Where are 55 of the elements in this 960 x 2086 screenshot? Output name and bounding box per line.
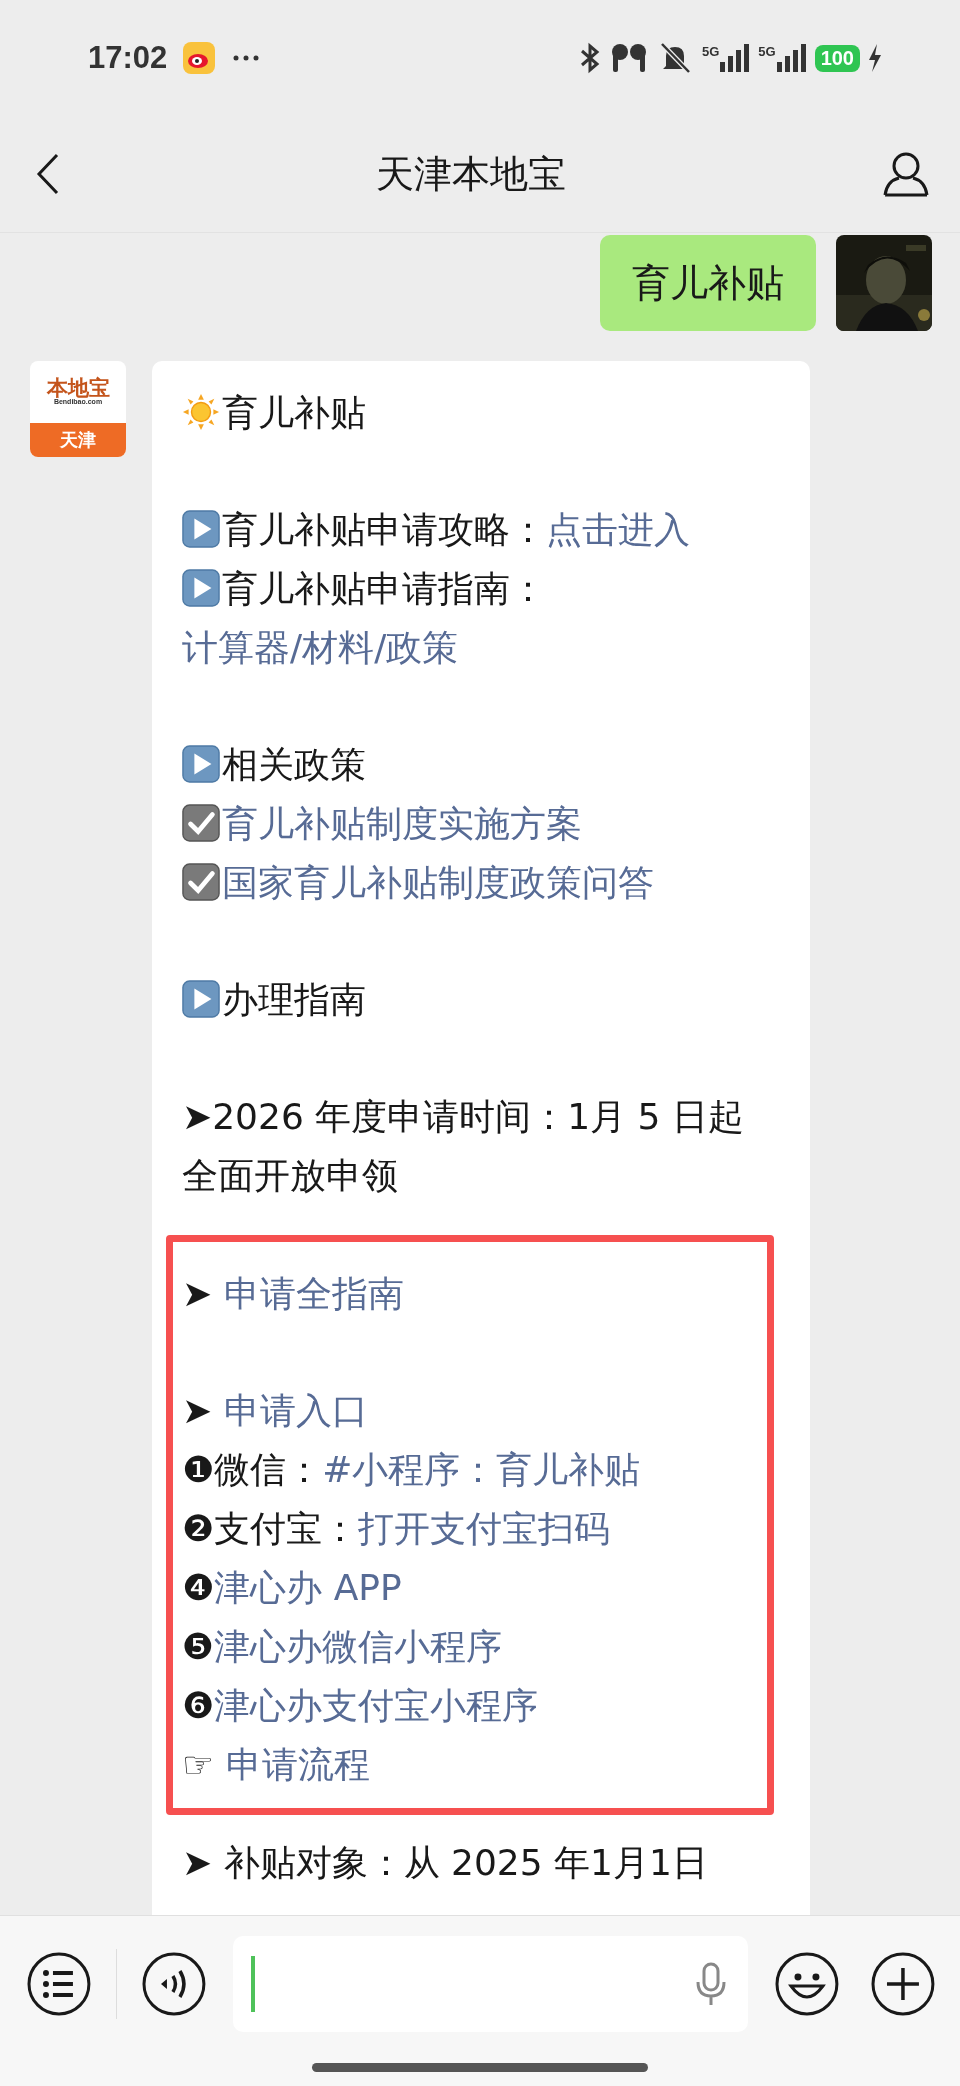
message-bubble: 育儿补贴	[600, 235, 816, 331]
logo-city: 天津	[30, 423, 126, 457]
message-text: ❶微信：	[182, 1449, 323, 1490]
profile-icon[interactable]	[882, 151, 930, 197]
play-icon	[182, 569, 220, 607]
message-text: ❷支付宝：	[182, 1508, 359, 1549]
text-link[interactable]: #小程序：育儿补贴	[322, 1449, 641, 1490]
message-text: ➤	[182, 1390, 214, 1431]
play-icon	[182, 745, 220, 783]
message-text: ➤	[182, 1273, 214, 1314]
battery-level: 100	[814, 44, 860, 72]
text-link[interactable]: 国家育儿补贴制度政策问答	[222, 862, 654, 903]
message-text: 育儿补贴	[222, 392, 366, 433]
message-text: 相关政策	[222, 744, 366, 785]
network-label: 5G	[701, 44, 720, 59]
message-text: ❹	[182, 1567, 215, 1608]
text-link[interactable]: 申请入口	[223, 1390, 368, 1431]
text-link[interactable]: 津心办 APP	[214, 1567, 402, 1608]
charging-icon	[868, 44, 882, 72]
text-link[interactable]: 申请流程	[225, 1744, 370, 1785]
message-text: ➤2026 年度申请时间：1月 5 日起全面开放申领	[182, 1096, 744, 1196]
message-text: 办理指南	[222, 979, 366, 1020]
play-icon	[182, 980, 220, 1018]
add-icon[interactable]	[870, 1951, 936, 2017]
play-icon	[182, 510, 220, 548]
clock: 17:02	[88, 40, 168, 76]
message-text: ❻	[182, 1685, 215, 1726]
checkbox-icon	[182, 863, 220, 901]
network-label: 5G	[758, 44, 776, 59]
weibo-icon	[183, 42, 216, 74]
signal-icon	[776, 44, 807, 72]
checkbox-icon	[182, 804, 220, 842]
message-text: ☞	[182, 1744, 216, 1785]
message-text: ➤ 补贴对象：从 2025 年1月1日	[182, 1842, 708, 1883]
text-link[interactable]: 点击进入	[546, 509, 690, 550]
back-icon[interactable]	[36, 153, 60, 195]
sun-icon	[182, 393, 220, 431]
earbuds-icon	[609, 43, 648, 73]
message-text: ❺	[182, 1626, 215, 1667]
text-link[interactable]: 育儿补贴制度实施方案	[222, 803, 582, 844]
voice-icon[interactable]	[140, 1951, 207, 2017]
message-text: 育儿补贴申请攻略：	[222, 509, 546, 550]
text-link[interactable]: 津心办支付宝小程序	[214, 1685, 539, 1726]
message-text: 育儿补贴申请指南：	[222, 568, 546, 609]
more-icon	[233, 55, 260, 61]
text-link[interactable]: 津心办微信小程序	[214, 1626, 503, 1667]
text-link[interactable]: 打开支付宝扫码	[358, 1508, 611, 1549]
emoji-icon[interactable]	[774, 1951, 841, 2017]
text-link[interactable]: 计算器/材料/政策	[182, 627, 459, 668]
message-input[interactable]	[232, 1936, 749, 2032]
text-link[interactable]: 申请全指南	[223, 1273, 404, 1314]
logo-text: 本地宝	[46, 377, 110, 399]
menu-icon[interactable]	[26, 1951, 92, 2017]
chat-title: 天津本地宝	[375, 150, 567, 198]
signal-icon	[720, 44, 751, 72]
